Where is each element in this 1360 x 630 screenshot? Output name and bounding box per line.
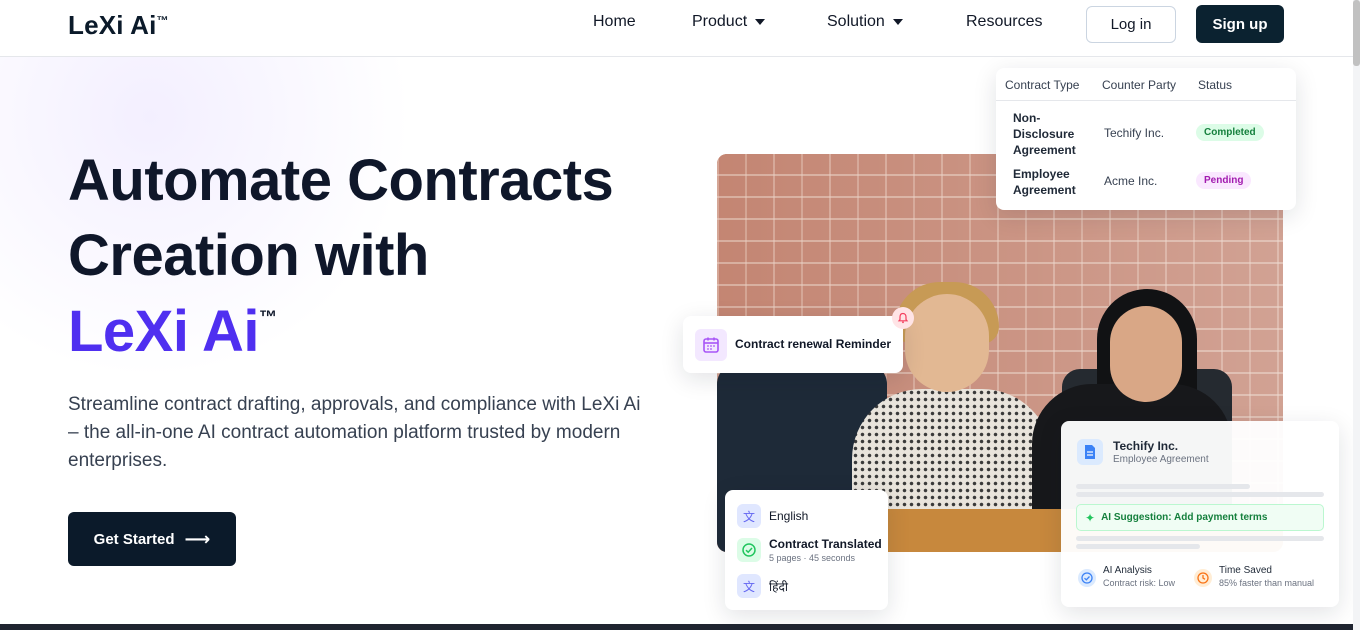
ai-analysis-value: Contract risk: Low [1103, 578, 1176, 588]
table-cell-contract-type: Non- Disclosure Agreement [1013, 111, 1076, 157]
column-header-counter-party: Counter Party [1102, 78, 1177, 92]
hero-heading-brand: LeXi Ai™ [68, 299, 277, 364]
logo[interactable]: LeXi Ai™ [68, 10, 169, 41]
nav-product[interactable]: Product [692, 13, 766, 31]
check-circle-icon [1078, 569, 1096, 587]
document-type: Employee Agreement [1113, 454, 1209, 465]
bottom-edge [0, 624, 1360, 630]
hero-heading-line-1: Automate Contracts [68, 148, 614, 213]
translation-card: 文 English Contract Translated 5 pages · … [725, 490, 888, 610]
signup-button[interactable]: Sign up [1196, 5, 1284, 43]
chevron-down-icon [892, 19, 903, 25]
column-header-status: Status [1198, 78, 1233, 92]
bell-icon [892, 307, 914, 329]
hero-heading-line-2: Creation with [68, 223, 429, 288]
scrollbar-thumb[interactable] [1353, 0, 1360, 66]
scrollbar-track[interactable] [1353, 0, 1360, 630]
login-button[interactable]: Log in [1086, 6, 1176, 43]
translate-icon: 文 [737, 504, 761, 528]
check-circle-icon [737, 538, 761, 562]
get-started-button[interactable]: Get Started ⟶ [68, 512, 236, 566]
reminder-label: Contract renewal Reminder [735, 337, 892, 351]
top-navbar: LeXi Ai™ Home Product Solution Resources… [0, 0, 1360, 57]
company-name: Techify Inc. [1113, 439, 1179, 453]
table-cell-counter-party: Acme Inc. [1104, 174, 1158, 188]
ai-suggestion-banner[interactable]: ✦ AI Suggestion: Add payment terms [1076, 504, 1324, 531]
time-saved-title: Time Saved [1219, 565, 1272, 576]
renewal-reminder-card: Contract renewal Reminder [683, 316, 903, 373]
chevron-down-icon [755, 19, 766, 25]
target-language: हिंदी [769, 580, 788, 594]
nav-home[interactable]: Home [593, 13, 636, 31]
nav-resources[interactable]: Resources [966, 13, 1042, 31]
status-badge-pending: Pending [1196, 172, 1252, 189]
status-badge-completed: Completed [1196, 124, 1264, 141]
table-cell-counter-party: Techify Inc. [1104, 126, 1165, 140]
translate-icon: 文 [737, 574, 761, 598]
clock-icon [1194, 569, 1212, 587]
arrow-right-icon: ⟶ [184, 528, 211, 549]
hero-subtitle: Streamline contract drafting, approvals,… [68, 394, 641, 471]
column-header-contract-type: Contract Type [1005, 78, 1080, 92]
source-language: English [769, 509, 809, 523]
table-cell-contract-type: Employee Agreement [1013, 167, 1076, 197]
calendar-icon [695, 329, 727, 361]
sparkle-icon: ✦ [1085, 510, 1096, 525]
translation-meta: 5 pages · 45 seconds [769, 553, 856, 563]
nav-solution[interactable]: Solution [827, 13, 903, 31]
ai-analysis-title: AI Analysis [1103, 565, 1152, 576]
document-icon [1077, 439, 1103, 465]
contracts-table-card: Contract Type Counter Party Status Non- … [996, 68, 1296, 210]
translation-status: Contract Translated [769, 537, 882, 551]
ai-analysis-card: Techify Inc. Employee Agreement ✦ AI Sug… [1061, 421, 1339, 607]
time-saved-value: 85% faster than manual [1219, 578, 1315, 588]
